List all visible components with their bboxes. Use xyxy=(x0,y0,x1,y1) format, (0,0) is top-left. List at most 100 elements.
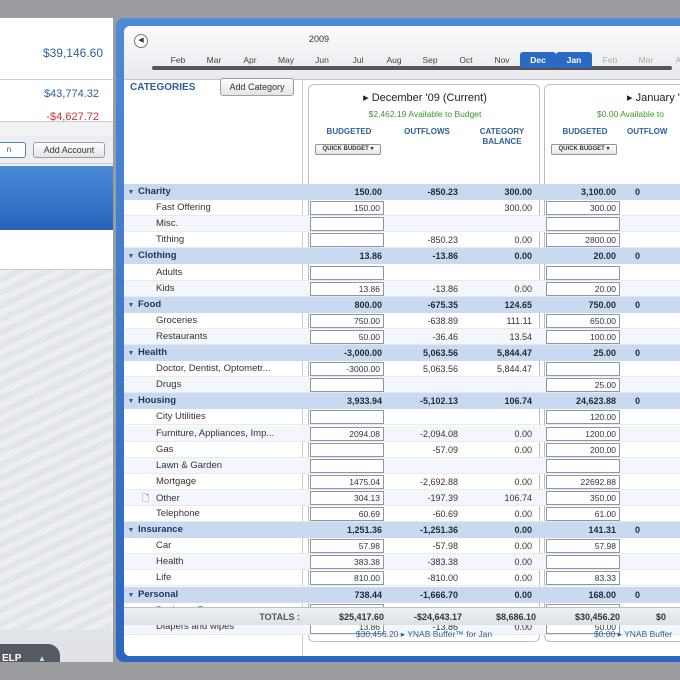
jan-budgeted-input[interactable]: 83.33 xyxy=(546,571,620,586)
category-row[interactable]: Furniture, Appliances, Imp... 2094.08 -2,0… xyxy=(124,425,680,442)
budgeted-input[interactable]: 13.86 xyxy=(310,281,384,296)
timeline-month[interactable]: Aug xyxy=(376,52,412,68)
category-row[interactable]: Gas -57.09 0.00 200.00 xyxy=(124,442,680,458)
category-name[interactable]: Health xyxy=(124,554,183,570)
outflows-value[interactable] xyxy=(386,458,462,474)
timeline-month[interactable]: Feb xyxy=(592,52,628,68)
category-name[interactable]: 🗋 Other xyxy=(124,490,180,506)
category-name[interactable]: Furniture, Appliances, Imp... xyxy=(124,426,274,442)
balance-value[interactable] xyxy=(462,265,536,281)
balance-value[interactable] xyxy=(462,458,536,474)
category-name[interactable]: Adults xyxy=(124,265,182,281)
balance-value[interactable] xyxy=(462,409,536,425)
outflows-value[interactable] xyxy=(386,200,462,216)
category-name[interactable]: Drugs xyxy=(124,377,181,393)
jan-budgeted-input[interactable] xyxy=(546,265,620,280)
quick-budget-button[interactable]: QUICK BUDGET ▾ xyxy=(551,144,617,155)
timeline-month[interactable]: Jun xyxy=(304,52,340,68)
note-icon[interactable]: 🗋 xyxy=(142,490,156,506)
balance-value[interactable]: 106.74 xyxy=(462,490,536,506)
collapse-triangle-icon[interactable]: ▼ xyxy=(124,394,138,410)
collapse-triangle-icon[interactable]: ▼ xyxy=(124,249,138,265)
budgeted-input[interactable]: -3000.00 xyxy=(310,362,384,377)
balance-value[interactable]: 0.00 xyxy=(462,426,536,442)
jan-budgeted-input[interactable]: 25.00 xyxy=(546,378,620,393)
timeline-month[interactable]: Nov xyxy=(484,52,520,68)
jan-budgeted-input[interactable] xyxy=(546,458,620,473)
timeline-month[interactable]: Jan xyxy=(556,52,592,68)
category-row[interactable]: Restaurants 50.00 -36.46 13.54 100.00 xyxy=(124,328,680,345)
category-name[interactable]: Misc. xyxy=(124,216,178,232)
budgeted-input[interactable] xyxy=(310,378,384,393)
budgeted-input[interactable] xyxy=(310,442,384,457)
jan-budgeted-input[interactable]: 300.00 xyxy=(546,201,620,216)
balance-value[interactable]: 13.54 xyxy=(462,329,536,345)
category-row[interactable]: Telephone 60.69 -60.69 0.00 61.00 xyxy=(124,506,680,522)
jan-budgeted-input[interactable] xyxy=(546,555,620,570)
budgeted-input[interactable]: 57.98 xyxy=(310,539,384,554)
jan-budgeted-input[interactable]: 57.98 xyxy=(546,539,620,554)
buffer-link-jan[interactable]: $0.00 ▸ YNAB Buffer xyxy=(594,626,680,642)
category-name[interactable]: Mortgage xyxy=(124,474,196,490)
account-view-button[interactable]: n xyxy=(0,142,26,158)
category-name[interactable]: Groceries xyxy=(124,313,197,329)
jan-budgeted-input[interactable] xyxy=(546,217,620,232)
budgeted-input[interactable] xyxy=(310,217,384,232)
outflows-value[interactable]: -383.38 xyxy=(386,554,462,570)
category-row[interactable]: Mortgage 1475.04 -2,692.88 0.00 22692.88 xyxy=(124,474,680,490)
category-group-row[interactable]: ▼ Charity 150.00 -850.23 300.00 3,100.00 0 xyxy=(124,184,680,200)
category-row[interactable]: 🗋 Other 304.13 -197.39 106.74 350.00 xyxy=(124,489,680,506)
outflows-value[interactable]: -36.46 xyxy=(386,329,462,345)
budgeted-input[interactable]: 50.00 xyxy=(310,329,384,344)
category-row[interactable]: Misc. xyxy=(124,216,680,233)
category-group-row[interactable]: ▼ Clothing 13.86 -13.86 0.00 20.00 0 xyxy=(124,248,680,265)
month-title[interactable]: ▸ January ' xyxy=(545,91,680,104)
outflows-value[interactable] xyxy=(386,216,462,232)
balance-value[interactable]: 300.00 xyxy=(462,200,536,216)
nav-item[interactable] xyxy=(0,230,113,270)
quick-budget-button[interactable]: QUICK BUDGET ▾ xyxy=(315,144,381,155)
jan-budgeted-input[interactable] xyxy=(546,362,620,377)
outflows-value[interactable] xyxy=(386,377,462,393)
timeline-month[interactable]: Mar xyxy=(196,52,232,68)
outflows-value[interactable]: -2,094.08 xyxy=(386,426,462,442)
jan-budgeted-input[interactable]: 350.00 xyxy=(546,490,620,505)
collapse-triangle-icon[interactable]: ▼ xyxy=(124,298,138,314)
jan-budgeted-input[interactable]: 650.00 xyxy=(546,313,620,328)
jan-budgeted-input[interactable]: 100.00 xyxy=(546,329,620,344)
selected-nav-item[interactable] xyxy=(0,166,113,230)
outflows-value[interactable]: -197.39 xyxy=(386,490,462,506)
outflows-value[interactable]: -13.86 xyxy=(386,281,462,297)
budgeted-input[interactable]: 60.69 xyxy=(310,507,384,521)
timeline-month[interactable]: Oct xyxy=(448,52,484,68)
outflows-value[interactable]: -2,692.88 xyxy=(386,474,462,490)
category-name[interactable]: City Utilities xyxy=(124,409,206,425)
timeline-month[interactable]: Apr xyxy=(232,52,268,68)
jan-budgeted-input[interactable]: 22692.88 xyxy=(546,474,620,489)
outflows-value[interactable]: -57.98 xyxy=(386,538,462,554)
category-row[interactable]: Doctor, Dentist, Optometr... -3000.00 5,06… xyxy=(124,361,680,378)
category-row[interactable]: Groceries 750.00 -638.89 111.11 650.00 xyxy=(124,313,680,329)
balance-value[interactable]: 0.00 xyxy=(462,442,536,458)
outflows-value[interactable]: -60.69 xyxy=(386,506,462,522)
category-name[interactable]: Telephone xyxy=(124,506,200,522)
balance-value[interactable]: 0.00 xyxy=(462,506,536,522)
outflows-value[interactable]: 5,063.56 xyxy=(386,361,462,377)
category-row[interactable]: Drugs 25.00 xyxy=(124,377,680,394)
jan-budgeted-input[interactable]: 61.00 xyxy=(546,507,620,521)
category-name[interactable]: Fast Offering xyxy=(124,200,211,216)
balance-value[interactable]: 0.00 xyxy=(462,232,536,248)
category-name[interactable]: Kids xyxy=(124,281,174,297)
category-name[interactable]: Car xyxy=(124,538,171,554)
category-row[interactable]: City Utilities 120.00 xyxy=(124,409,680,426)
budgeted-input[interactable]: 750.00 xyxy=(310,313,384,328)
category-group-row[interactable]: ▼ Insurance 1,251.36 -1,251.36 0.00 141.31 0 xyxy=(124,522,680,539)
jan-budgeted-input[interactable]: 2800.00 xyxy=(546,233,620,248)
category-name[interactable]: Restaurants xyxy=(124,329,207,345)
help-button[interactable]: ELP xyxy=(0,644,60,662)
budgeted-input[interactable]: 304.13 xyxy=(310,490,384,505)
category-row[interactable]: Fast Offering 150.00 300.00 300.00 xyxy=(124,200,680,217)
category-row[interactable]: Adults xyxy=(124,265,680,281)
category-row[interactable]: Tithing -850.23 0.00 2800.00 xyxy=(124,232,680,249)
timeline-month[interactable]: May xyxy=(268,52,304,68)
